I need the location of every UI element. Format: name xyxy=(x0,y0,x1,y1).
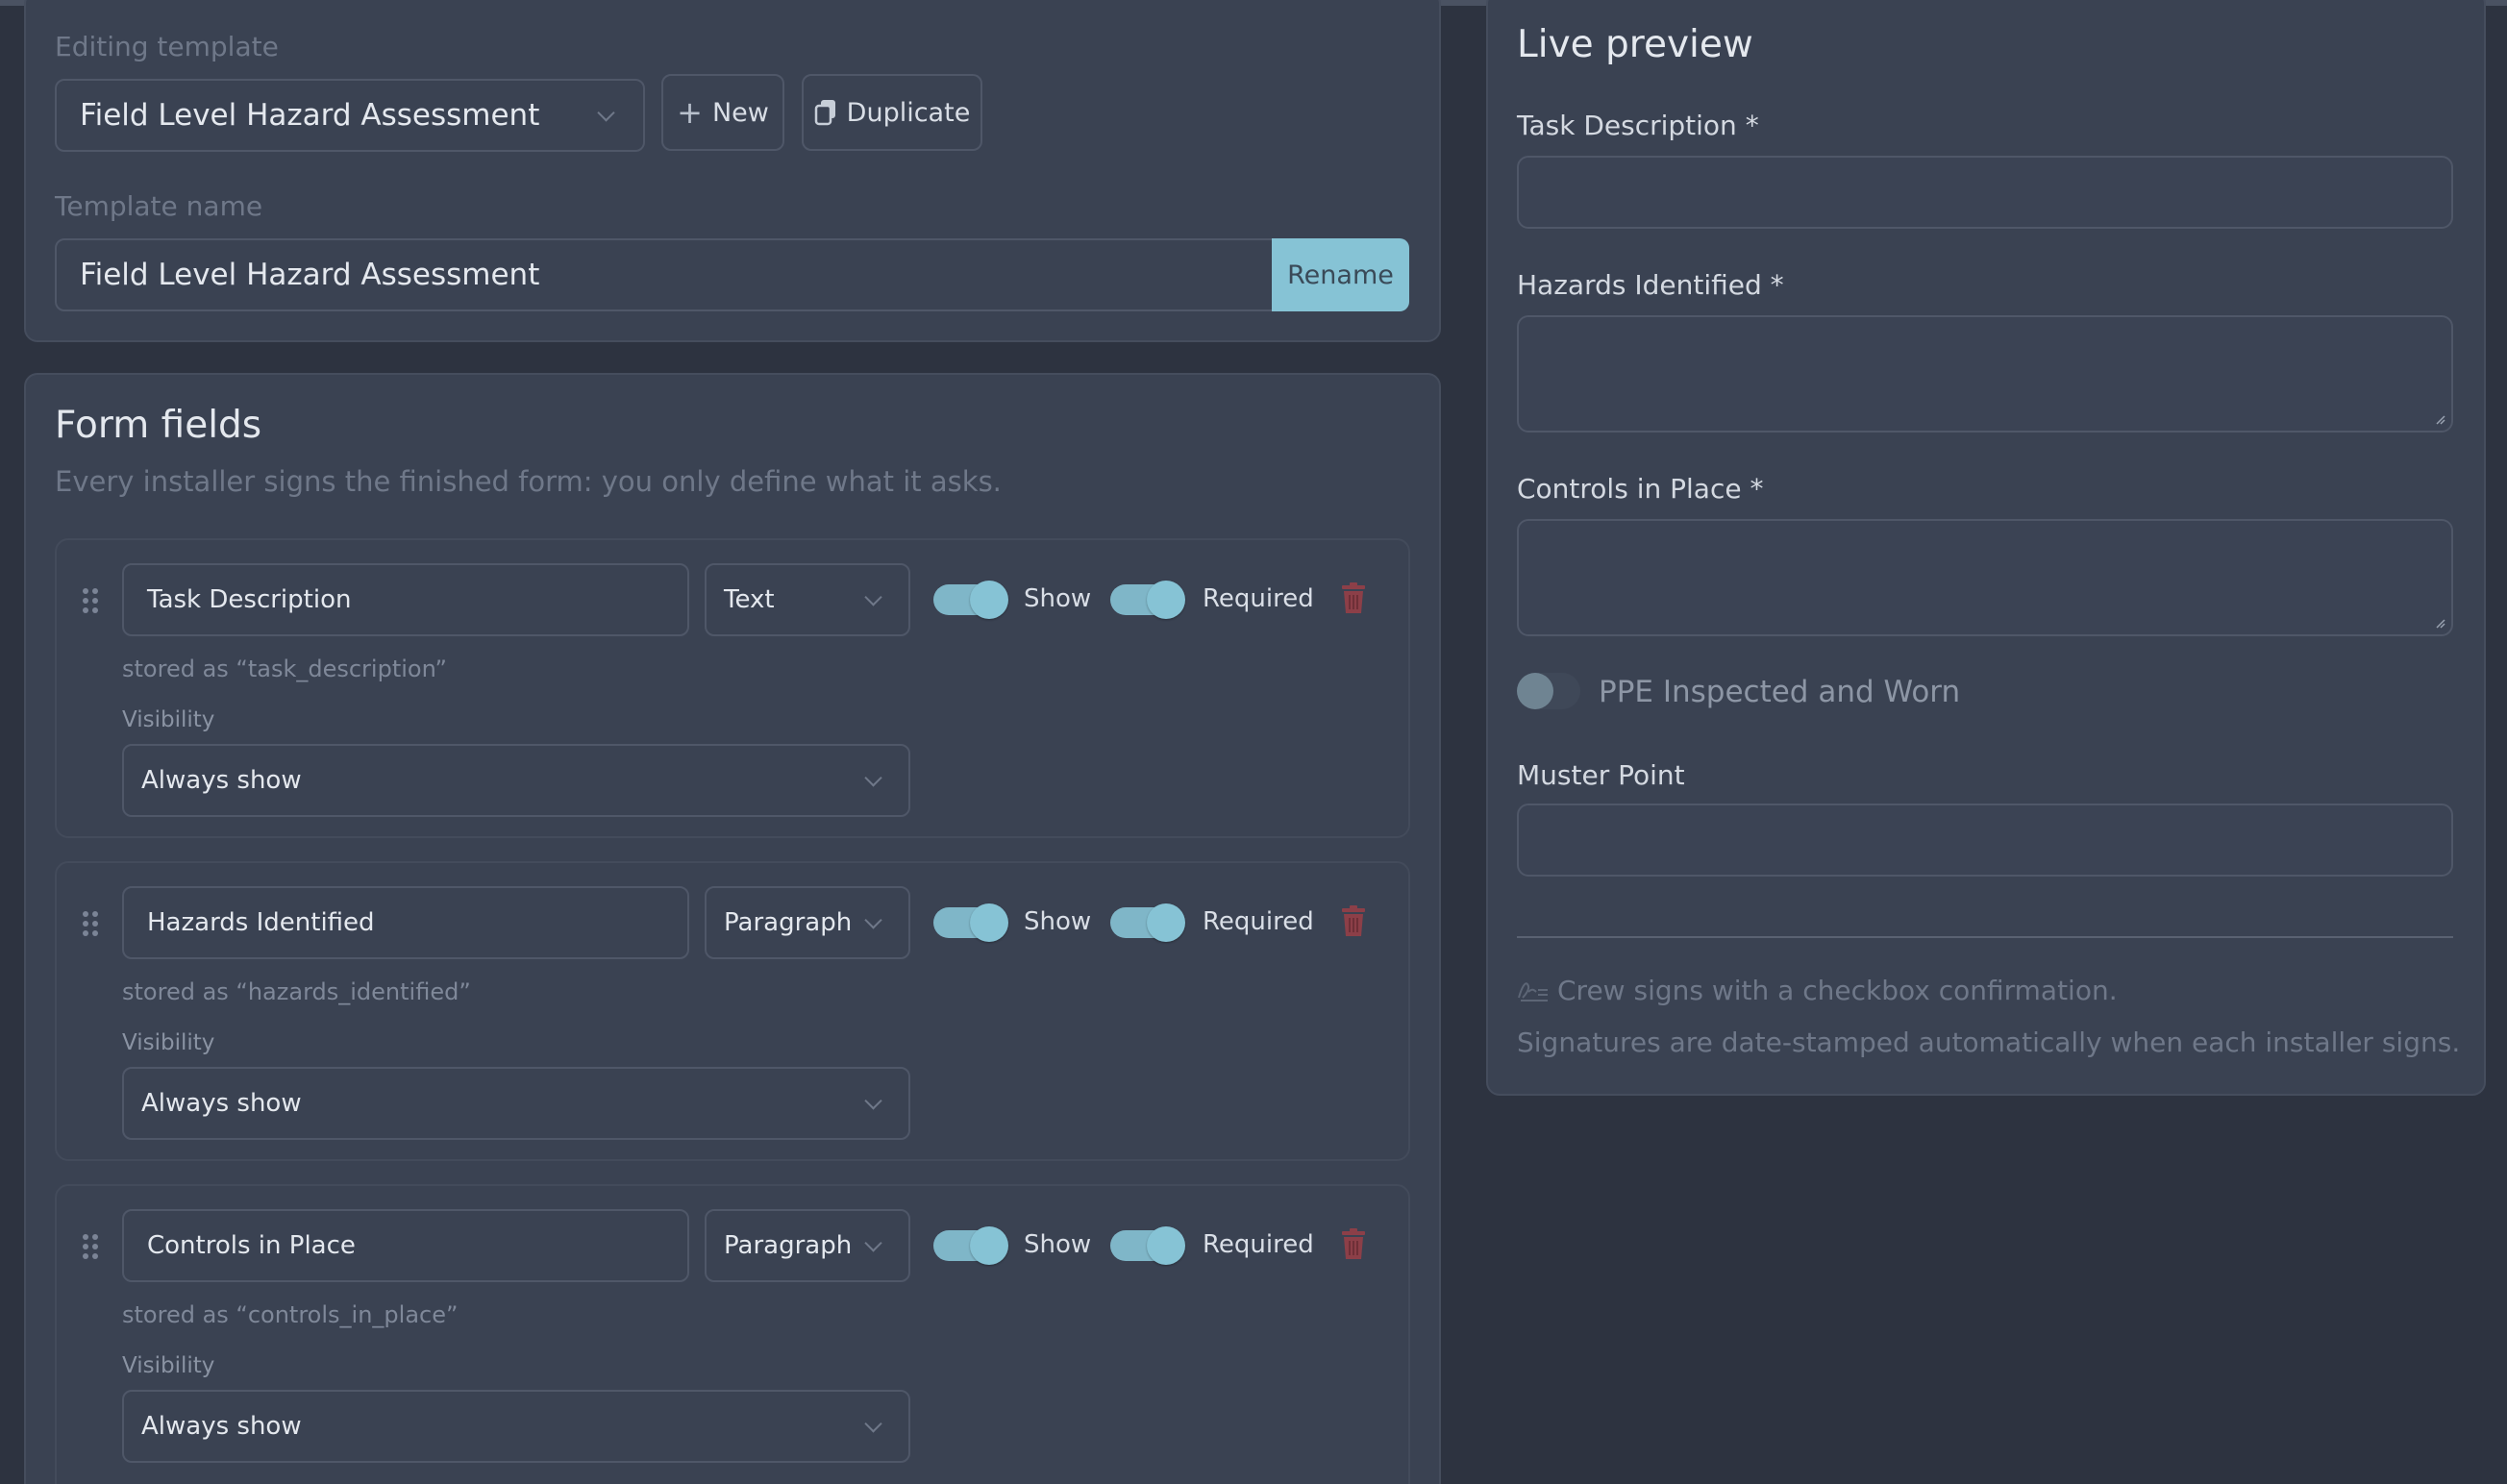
field-label-input[interactable]: Task Description xyxy=(122,563,689,636)
rename-button[interactable]: Rename xyxy=(1272,238,1409,311)
field-card-hazards-identified: Hazards Identified Paragraph Show Requir… xyxy=(55,861,1410,1161)
required-toggle[interactable] xyxy=(1110,903,1185,942)
required-toggle[interactable] xyxy=(1110,581,1185,619)
editing-template-label: Editing template xyxy=(55,31,279,62)
drag-handle-icon[interactable] xyxy=(83,588,98,613)
show-label: Show xyxy=(1024,1230,1092,1259)
stored-key: stored as “controls_in_place” xyxy=(122,1301,459,1328)
chevron-down-icon xyxy=(864,1234,882,1252)
new-template-button[interactable]: + New xyxy=(661,74,784,151)
trash-icon[interactable] xyxy=(1342,1228,1365,1259)
duplicate-template-button[interactable]: Duplicate xyxy=(802,74,982,151)
visibility-select[interactable]: Always show xyxy=(122,744,910,817)
sign-note: Crew signs with a checkbox confirmation. xyxy=(1557,975,2118,1006)
field-type-select[interactable]: Text xyxy=(705,563,910,636)
template-name-label: Template name xyxy=(55,190,263,222)
toggle-knob xyxy=(970,903,1008,942)
preview-label-hazards-identified: Hazards Identified * xyxy=(1517,269,1784,301)
template-select-value: Field Level Hazard Assessment xyxy=(80,98,540,133)
preview-controls-in-place-textarea[interactable] xyxy=(1517,519,2453,636)
form-fields-subtitle: Every installer signs the finished form:… xyxy=(55,465,1002,498)
preview-label-muster-point: Muster Point xyxy=(1517,759,1685,791)
resize-handle-icon[interactable] xyxy=(2434,617,2445,629)
preview-hazards-identified-textarea[interactable] xyxy=(1517,315,2453,433)
field-label-value: Task Description xyxy=(147,585,352,614)
toggle-knob xyxy=(1147,1226,1185,1265)
chevron-down-icon xyxy=(864,1092,882,1110)
trash-icon[interactable] xyxy=(1342,905,1365,936)
required-label: Required xyxy=(1203,1230,1314,1259)
show-label: Show xyxy=(1024,584,1092,613)
chevron-down-icon xyxy=(864,769,882,787)
toggle-knob xyxy=(970,1226,1008,1265)
field-card-controls-in-place: Controls in Place Paragraph Show Require… xyxy=(55,1184,1410,1484)
resize-handle-icon[interactable] xyxy=(2434,413,2445,425)
trash-icon[interactable] xyxy=(1342,582,1365,613)
visibility-label: Visibility xyxy=(122,1353,215,1378)
chevron-down-icon xyxy=(864,588,882,606)
field-type-value: Text xyxy=(724,585,775,614)
toggle-knob xyxy=(970,581,1008,619)
page: Editing template Field Level Hazard Asse… xyxy=(0,0,2507,1484)
visibility-value: Always show xyxy=(141,1089,302,1118)
field-type-select[interactable]: Paragraph xyxy=(705,1209,910,1282)
visibility-value: Always show xyxy=(141,766,302,795)
field-label-input[interactable]: Controls in Place xyxy=(122,1209,689,1282)
rename-button-label: Rename xyxy=(1287,260,1394,290)
field-type-value: Paragraph xyxy=(724,1231,853,1260)
toggle-knob xyxy=(1147,581,1185,619)
stored-key: stored as “task_description” xyxy=(122,655,447,682)
preview-muster-point-input[interactable] xyxy=(1517,804,2453,877)
field-type-value: Paragraph xyxy=(724,908,853,937)
visibility-select[interactable]: Always show xyxy=(122,1067,910,1140)
field-label-input[interactable]: Hazards Identified xyxy=(122,886,689,959)
stored-key: stored as “hazards_identified” xyxy=(122,978,471,1005)
show-toggle[interactable] xyxy=(933,1226,1008,1265)
drag-handle-icon[interactable] xyxy=(83,1234,98,1259)
required-label: Required xyxy=(1203,907,1314,936)
field-type-select[interactable]: Paragraph xyxy=(705,886,910,959)
visibility-select[interactable]: Always show xyxy=(122,1390,910,1463)
preview-label-controls-in-place: Controls in Place * xyxy=(1517,473,1764,505)
template-select[interactable]: Field Level Hazard Assessment xyxy=(55,79,645,152)
field-label-value: Controls in Place xyxy=(147,1231,356,1260)
form-fields-title: Form fields xyxy=(55,404,262,447)
toggle-knob xyxy=(1147,903,1185,942)
chevron-down-icon xyxy=(597,104,615,122)
copy-icon xyxy=(814,100,835,126)
live-preview-title: Live preview xyxy=(1517,23,1753,66)
visibility-label: Visibility xyxy=(122,707,215,732)
date-note: Signatures are date-stamped automaticall… xyxy=(1517,1026,2461,1058)
signature-icon xyxy=(1518,982,1548,1002)
show-toggle[interactable] xyxy=(933,903,1008,942)
toggle-knob xyxy=(1517,673,1553,709)
preview-task-description-input[interactable] xyxy=(1517,156,2453,229)
preview-ppe-toggle[interactable] xyxy=(1517,673,1580,709)
template-name-value: Field Level Hazard Assessment xyxy=(80,258,540,292)
visibility-label: Visibility xyxy=(122,1030,215,1055)
required-label: Required xyxy=(1203,584,1314,613)
drag-handle-icon[interactable] xyxy=(83,911,98,936)
plus-icon: + xyxy=(677,94,703,131)
field-card-task-description: Task Description Text Show Required stor… xyxy=(55,538,1410,838)
new-template-button-label: New xyxy=(711,97,769,128)
show-label: Show xyxy=(1024,907,1092,936)
chevron-down-icon xyxy=(864,911,882,929)
visibility-value: Always show xyxy=(141,1412,302,1441)
preview-divider xyxy=(1517,936,2453,938)
preview-label-task-description: Task Description * xyxy=(1517,110,1759,141)
field-label-value: Hazards Identified xyxy=(147,908,375,937)
chevron-down-icon xyxy=(864,1415,882,1433)
duplicate-template-button-label: Duplicate xyxy=(846,97,971,128)
required-toggle[interactable] xyxy=(1110,1226,1185,1265)
show-toggle[interactable] xyxy=(933,581,1008,619)
preview-label-ppe: PPE Inspected and Worn xyxy=(1599,675,1961,709)
template-name-input[interactable]: Field Level Hazard Assessment xyxy=(55,238,1295,311)
